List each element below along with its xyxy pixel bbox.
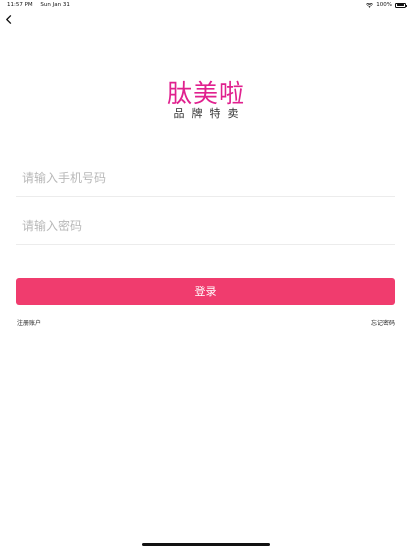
logo-brand-name: 肽美啦 xyxy=(166,79,245,108)
status-bar: 11:57 PM Sun Jan 31 100% xyxy=(0,0,412,10)
status-right: 100% xyxy=(366,0,407,10)
chevron-left-icon xyxy=(5,14,11,24)
battery-icon xyxy=(395,2,407,8)
password-field xyxy=(16,210,395,245)
wifi-icon xyxy=(366,2,374,8)
phone-input[interactable] xyxy=(22,166,382,190)
home-indicator[interactable] xyxy=(142,543,270,546)
status-time: 11:57 PM xyxy=(7,2,33,8)
battery-percentage: 100% xyxy=(376,2,392,8)
register-link[interactable]: 注册账户 xyxy=(17,320,41,328)
status-date: Sun Jan 31 xyxy=(40,2,70,8)
brand-logo: 肽美啦 品牌特卖 xyxy=(160,80,252,120)
login-button[interactable]: 登录 xyxy=(16,278,395,305)
logo-tagline: 品牌特卖 xyxy=(173,107,246,120)
status-left: 11:57 PM Sun Jan 31 xyxy=(7,0,76,10)
phone-field xyxy=(16,162,395,197)
back-button[interactable] xyxy=(1,12,15,26)
password-input[interactable] xyxy=(22,214,382,238)
forgot-password-link[interactable]: 忘记密码 xyxy=(371,320,395,328)
